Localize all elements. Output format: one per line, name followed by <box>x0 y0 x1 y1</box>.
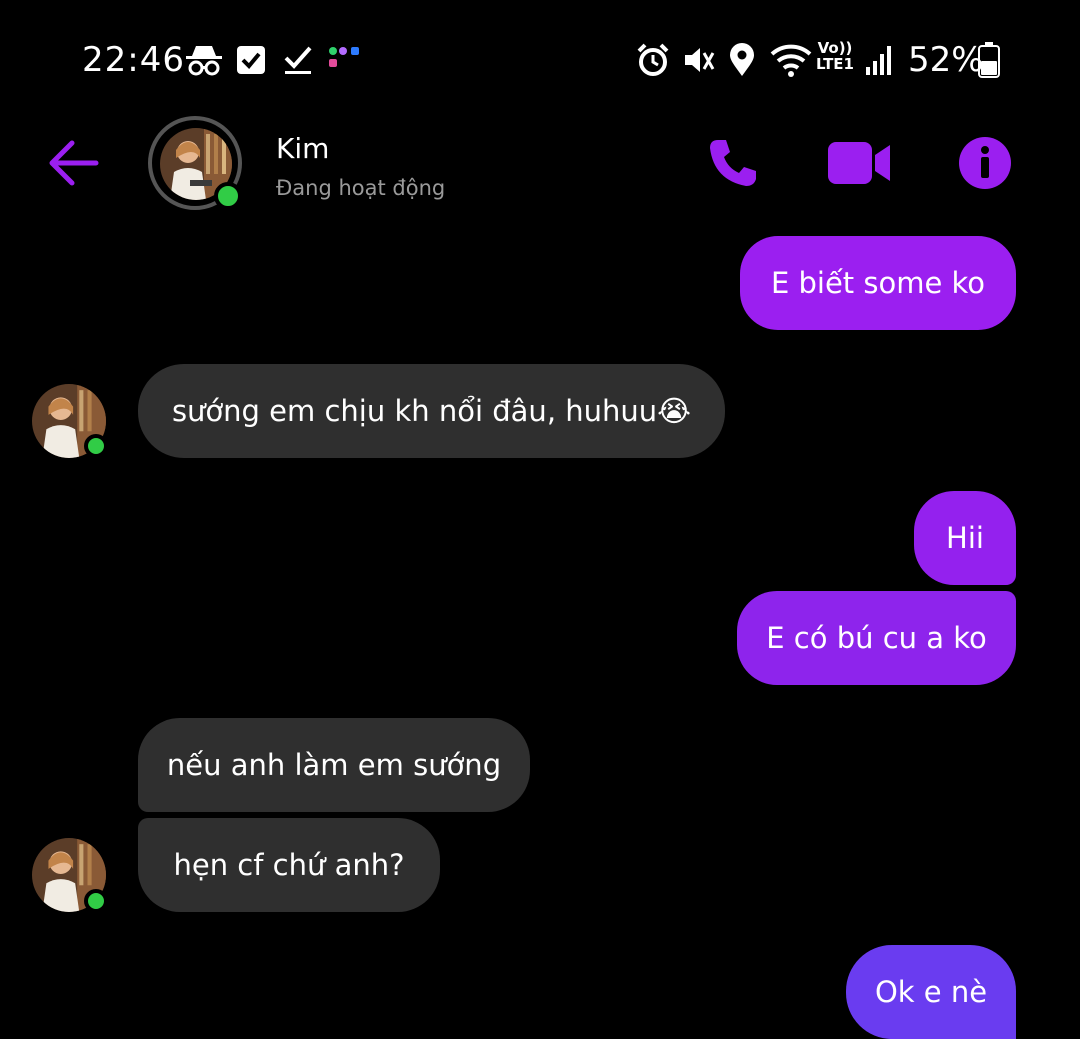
contact-activity-status: Đang hoạt động <box>276 176 446 200</box>
status-time: 22:46 <box>82 40 185 80</box>
app-notifications-icon <box>328 40 364 80</box>
incoming-message[interactable]: nếu anh làm em sướng <box>138 718 530 812</box>
online-status-dot <box>84 434 108 458</box>
incoming-message[interactable]: hẹn cf chứ anh? <box>138 818 440 912</box>
wifi-icon <box>770 40 812 80</box>
voice-call-button[interactable] <box>706 136 760 194</box>
outgoing-message[interactable]: E biết some ko <box>740 236 1016 330</box>
conversation-header: Kim Đang hoạt động <box>0 110 1080 220</box>
contact-name[interactable]: Kim <box>276 132 329 165</box>
video-call-button[interactable] <box>828 140 892 190</box>
checkmark-icon <box>282 40 314 80</box>
phone-icon <box>710 140 756 186</box>
back-arrow-icon <box>49 140 99 186</box>
outgoing-message[interactable]: Ok e nè <box>846 945 1016 1039</box>
online-status-dot <box>84 889 108 913</box>
outgoing-message[interactable]: E có bú cu a ko <box>737 591 1016 685</box>
checkbox-icon <box>236 40 266 80</box>
incognito-icon <box>184 40 224 80</box>
battery-icon <box>978 40 1000 80</box>
location-icon <box>728 40 756 80</box>
outgoing-message[interactable]: Hii <box>914 491 1016 585</box>
alarm-icon <box>636 40 670 80</box>
back-button[interactable] <box>44 138 104 188</box>
status-bar: 22:46 Vo)) LTE1 52% <box>0 0 1080 120</box>
network-type: Vo)) LTE1 <box>816 39 854 73</box>
online-status-dot <box>214 182 242 210</box>
battery-percent: 52% <box>908 40 984 80</box>
signal-icon <box>864 40 892 80</box>
info-icon <box>959 137 1011 189</box>
incoming-message[interactable]: sướng em chịu kh nổi đâu, huhuu😭 <box>138 364 725 458</box>
video-camera-icon <box>828 142 890 184</box>
conversation-info-button[interactable] <box>958 136 1012 194</box>
vibrate-mute-icon <box>682 40 716 80</box>
